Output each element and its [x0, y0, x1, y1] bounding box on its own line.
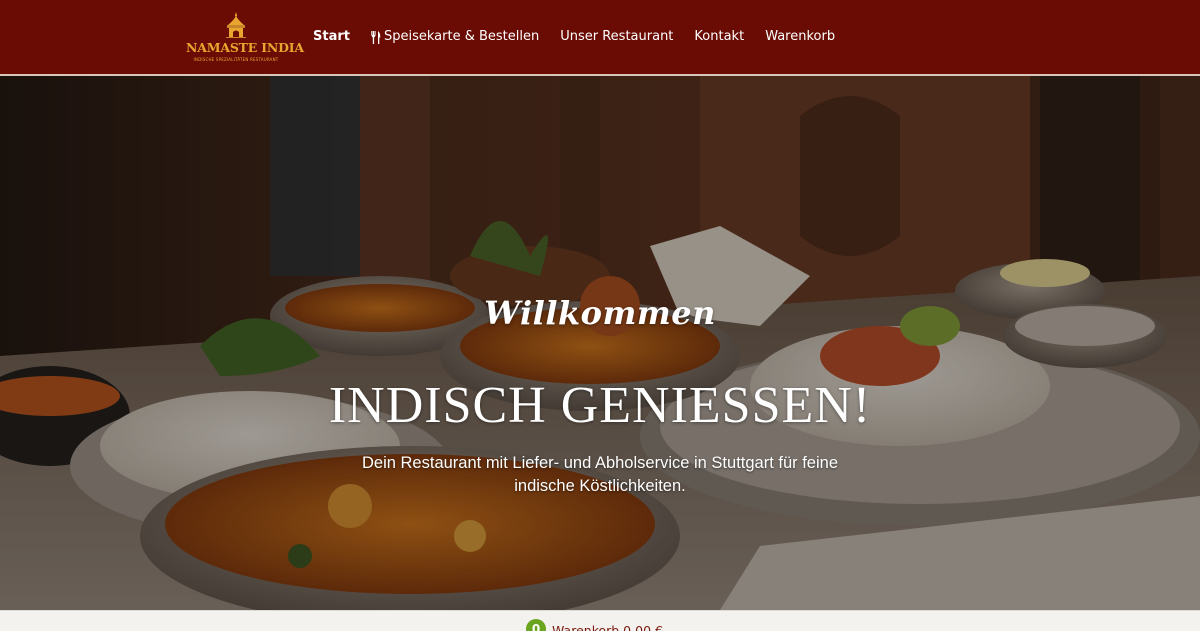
nav-restaurant[interactable]: Unser Restaurant — [560, 28, 673, 46]
nav-contact[interactable]: Kontakt — [694, 28, 744, 46]
nav-start[interactable]: Start — [313, 28, 350, 46]
temple-icon — [226, 12, 246, 38]
hero-headline: INDISCH GENIESSEN! — [328, 377, 872, 434]
nav-cart[interactable]: Warenkorb — [765, 28, 835, 46]
logo-name: NAMASTE INDIA — [186, 40, 304, 55]
main-nav: Start Speisekarte & Bestellen Unser Rest… — [313, 28, 856, 46]
cart-count-badge[interactable]: 0 — [526, 619, 546, 631]
hero-section: Willkommen INDISCH GENIESSEN! Dein Resta… — [0, 76, 1200, 610]
nav-start-label: Start — [313, 29, 350, 44]
nav-menu-order[interactable]: Speisekarte & Bestellen — [371, 28, 539, 46]
nav-restaurant-label: Unser Restaurant — [560, 29, 674, 44]
logo[interactable]: NAMASTE INDIA INDISCHE SPEZIALITÄTEN RES… — [186, 12, 304, 66]
cutlery-icon — [371, 30, 381, 44]
nav-cart-label: Warenkorb — [765, 29, 836, 44]
site-header: NAMASTE INDIA INDISCHE SPEZIALITÄTEN RES… — [0, 0, 1200, 76]
cart-bar[interactable]: 0 Warenkorb 0,00 € — [0, 610, 1200, 631]
hero-welcome: Willkommen — [484, 294, 716, 332]
nav-contact-label: Kontakt — [694, 29, 745, 44]
hero-tagline: Dein Restaurant mit Liefer- und Abholser… — [362, 454, 838, 495]
hero-overlay — [0, 76, 1200, 610]
logo-tagline: INDISCHE SPEZIALITÄTEN RESTAURANT — [193, 57, 279, 62]
nav-menu-order-label: Speisekarte & Bestellen — [383, 29, 540, 44]
